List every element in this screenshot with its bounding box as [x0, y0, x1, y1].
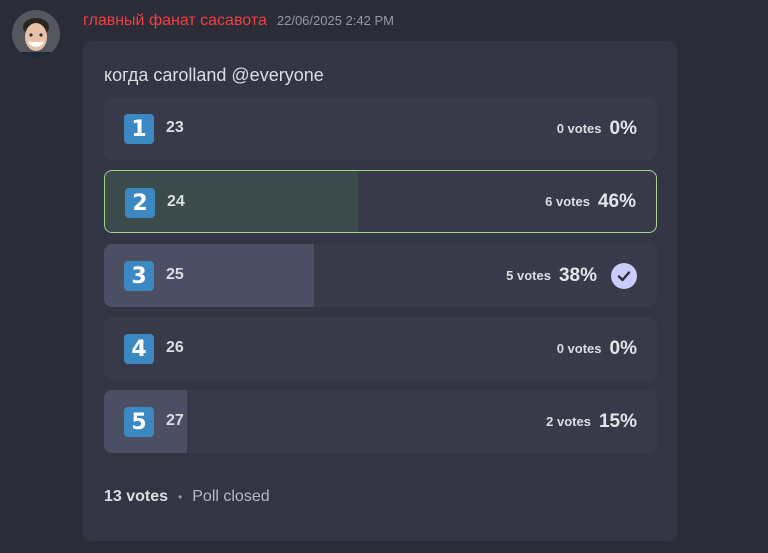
poll-answer-4[interactable]: 4 26 0 votes 0% — [104, 317, 657, 380]
user-avatar-icon — [12, 10, 60, 58]
vote-count: 5 votes — [506, 268, 551, 283]
vote-percent: 0% — [609, 117, 637, 139]
poll-card: когда carolland @everyone 1 23 0 votes 0… — [83, 41, 677, 541]
answer-text: 25 — [166, 266, 184, 283]
vote-percent: 38% — [558, 264, 597, 286]
keycap-3-icon: 3 — [124, 261, 154, 291]
vote-count: 6 votes — [545, 194, 590, 209]
keycap-1-icon: 1 — [124, 114, 154, 144]
vote-count: 0 votes — [556, 341, 602, 356]
separator-dot: • — [178, 490, 183, 504]
timestamp: 22/06/2025 2:42 PM — [276, 13, 394, 28]
poll-answer-2[interactable]: 2 24 6 votes 46% — [104, 170, 657, 233]
total-votes[interactable]: 13 votes — [104, 488, 168, 506]
answer-text: 23 — [166, 119, 184, 136]
vote-count: 0 votes — [556, 121, 602, 136]
keycap-5-icon: 5 — [124, 407, 154, 437]
poll-answer-1[interactable]: 1 23 0 votes 0% — [104, 97, 657, 160]
avatar[interactable] — [12, 10, 60, 58]
poll-status: Poll closed — [192, 488, 270, 505]
answer-text: 27 — [166, 412, 184, 429]
poll-answer-3[interactable]: 3 25 5 votes 38% — [104, 244, 657, 307]
poll-footer: 13 votes • Poll closed — [104, 488, 270, 506]
vote-percent: 0% — [609, 337, 637, 359]
poll-question: когда carolland @everyone — [104, 65, 324, 85]
keycap-4-icon: 4 — [124, 334, 154, 364]
vote-percent: 46% — [597, 190, 636, 212]
checkmark-icon — [611, 262, 637, 289]
vote-count: 2 votes — [546, 414, 591, 429]
answer-text: 26 — [166, 339, 184, 356]
keycap-2-icon: 2 — [125, 188, 155, 218]
answer-text: 24 — [167, 193, 185, 210]
poll-answer-5[interactable]: 5 27 2 votes 15% — [104, 390, 657, 453]
username[interactable]: главный фанат сасавота — [83, 12, 267, 30]
vote-percent: 15% — [598, 410, 637, 432]
message-header: главный фанат сасавота 22/06/2025 2:42 P… — [83, 12, 394, 30]
